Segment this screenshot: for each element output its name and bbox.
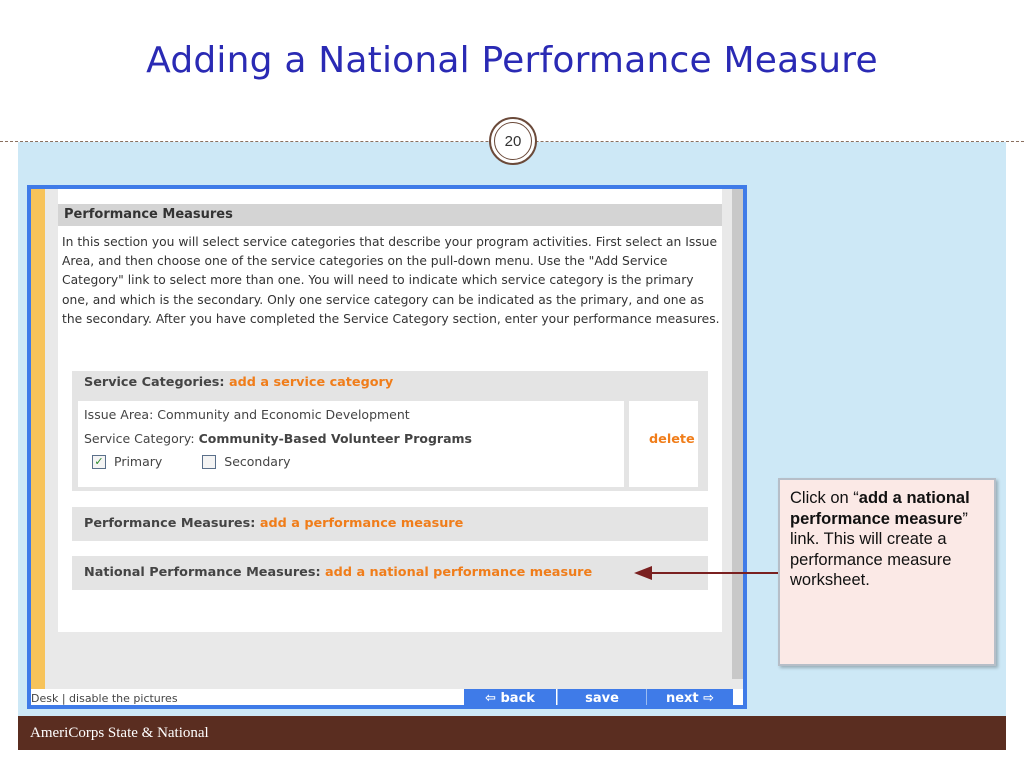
bottom-nav: Desk | disable the pictures ⇦ back save …: [31, 689, 743, 706]
performance-measures-header: Performance Measures: add a performance …: [72, 507, 708, 541]
performance-measures-panel: Performance Measures In this section you…: [58, 189, 722, 632]
next-button[interactable]: next ⇨: [646, 689, 733, 706]
embedded-screenshot: Performance Measures In this section you…: [27, 185, 747, 709]
primary-secondary-row: ✓ Primary Secondary: [92, 454, 290, 470]
add-performance-measure-link[interactable]: add a performance measure: [260, 516, 464, 531]
service-category-entry: Issue Area: Community and Economic Devel…: [78, 401, 624, 487]
secondary-checkbox[interactable]: [202, 454, 217, 469]
add-service-category-link[interactable]: add a service category: [229, 375, 393, 390]
section-header: Performance Measures: [58, 204, 722, 226]
issue-area-text: Issue Area: Community and Economic Devel…: [84, 407, 410, 422]
service-category-value: Community-Based Volunteer Programs: [198, 431, 472, 446]
primary-checkbox[interactable]: ✓: [92, 454, 106, 469]
primary-label: Primary: [114, 454, 163, 469]
callout-arrow-head-icon: [634, 566, 652, 580]
service-categories-box: Service Categories: add a service catego…: [72, 371, 708, 491]
next-button-label: next: [665, 691, 699, 706]
service-category-label: Service Category:: [84, 431, 195, 446]
performance-measures-label: Performance Measures:: [84, 516, 256, 531]
secondary-label: Secondary: [224, 454, 291, 469]
back-button[interactable]: ⇦ back: [464, 689, 556, 706]
next-arrow-icon: ⇨: [703, 691, 715, 706]
nav-separator: |: [61, 692, 70, 705]
save-button-label: save: [585, 691, 619, 706]
back-button-label: back: [500, 691, 535, 706]
delete-link[interactable]: delete: [649, 432, 695, 447]
save-button[interactable]: save: [557, 689, 646, 706]
service-category-line: Service Category: Community-Based Volunt…: [84, 431, 472, 446]
intro-text: In this section you will select service …: [62, 235, 720, 326]
national-performance-measures-header: National Performance Measures: add a nat…: [72, 556, 708, 590]
disable-pictures-link[interactable]: disable the pictures: [69, 692, 178, 705]
nav-left-links: Desk | disable the pictures: [31, 692, 178, 705]
service-categories-label: Service Categories:: [84, 375, 225, 390]
back-arrow-icon: ⇦: [485, 691, 496, 706]
slide-title: Adding a National Performance Measure: [146, 40, 878, 81]
callout-pre: Click on “: [790, 489, 859, 507]
footer-bar: AmeriCorps State & National: [18, 716, 1006, 750]
desk-text: Desk: [31, 692, 59, 705]
page-number-badge: 20: [489, 117, 537, 165]
delete-cell: delete: [629, 401, 698, 487]
page-number: 20: [504, 132, 522, 150]
instruction-callout: Click on “add a national performance mea…: [778, 478, 996, 666]
left-accent-strip: [31, 189, 45, 689]
add-national-performance-measure-link[interactable]: add a national performance measure: [325, 565, 592, 580]
performance-measures-box: Performance Measures: add a performance …: [72, 507, 708, 541]
scrollbar[interactable]: [732, 189, 743, 679]
callout-arrow-line: [650, 572, 780, 574]
footer-text: AmeriCorps State & National: [30, 724, 209, 741]
national-performance-measures-label: National Performance Measures:: [84, 565, 321, 580]
national-performance-measures-box: National Performance Measures: add a nat…: [72, 556, 708, 590]
service-categories-header: Service Categories: add a service catego…: [72, 371, 708, 395]
